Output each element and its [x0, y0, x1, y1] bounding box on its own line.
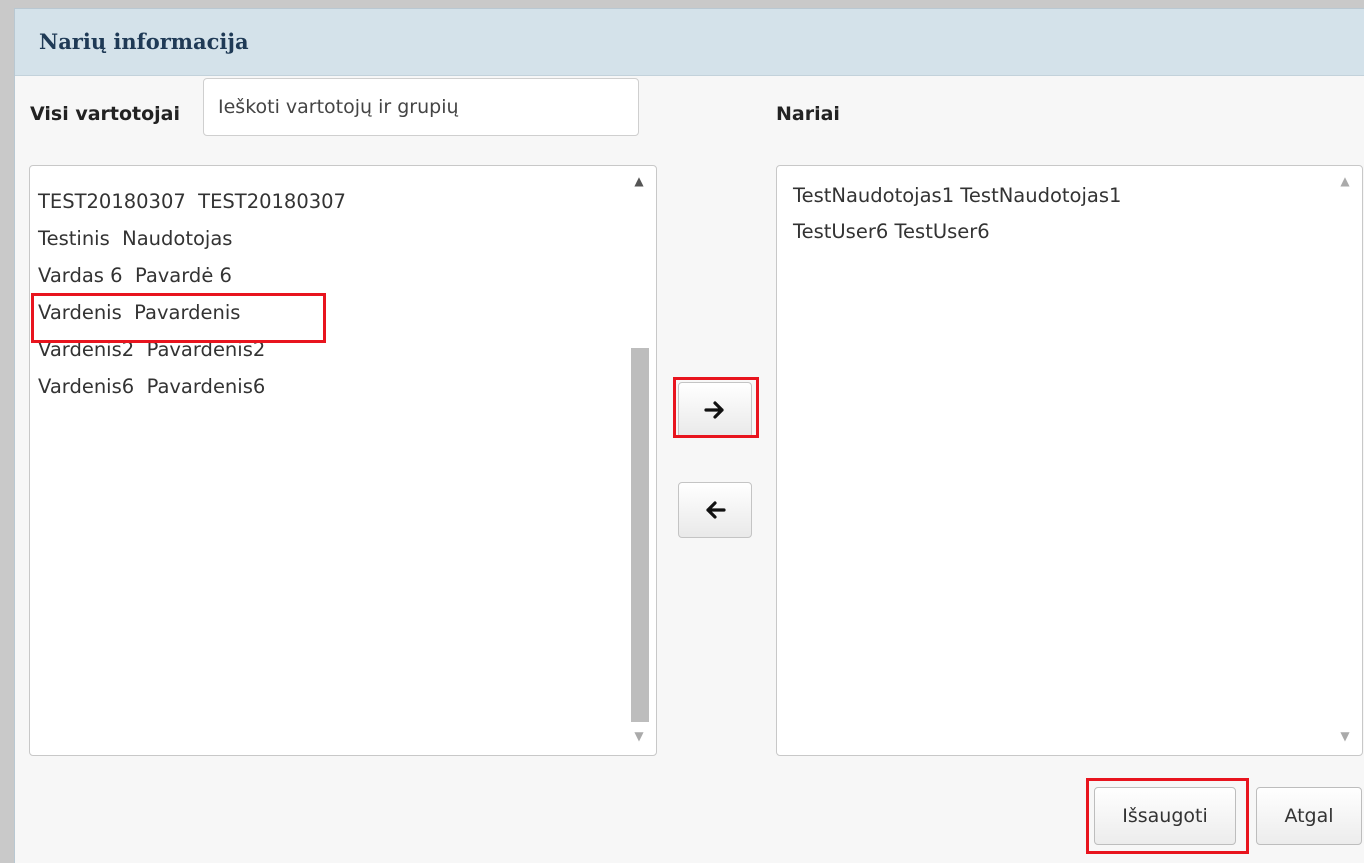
list-item[interactable]: Vardas 6 Pavardė 6 — [38, 257, 616, 294]
move-right-button[interactable] — [678, 382, 752, 438]
list-item[interactable]: TestNaudotojas1 TestNaudotojas1 — [793, 178, 1322, 214]
members-label: Nariai — [776, 103, 840, 125]
list-item[interactable]: TestUser6 TestUser6 — [793, 214, 1322, 250]
list-item[interactable]: Vardenis2 Pavardenis2 — [38, 331, 616, 368]
scroll-thumb[interactable] — [631, 348, 649, 722]
list-item[interactable]: TEST20180307 TEST20180307 — [38, 183, 616, 220]
arrow-right-icon — [704, 401, 724, 419]
panel-header: Narių informacija — [15, 9, 1364, 76]
members-list[interactable]: TestNaudotojas1 TestNaudotojas1 TestUser… — [776, 165, 1363, 756]
list-item[interactable]: Vardenis6 Pavardenis6 — [38, 368, 616, 405]
all-users-scrollbar[interactable]: ▲ ▼ — [624, 168, 654, 753]
save-button[interactable]: Išsaugoti — [1094, 787, 1236, 845]
list-item[interactable]: Vardenis Pavardenis — [38, 294, 616, 331]
scroll-up-icon[interactable]: ▲ — [1330, 174, 1360, 194]
all-users-list[interactable]: TEST20180307 TEST20180307 Testinis Naudo… — [29, 165, 657, 756]
search-users-input[interactable] — [203, 78, 639, 136]
arrow-left-icon — [706, 501, 726, 519]
scroll-up-icon[interactable]: ▲ — [624, 174, 654, 194]
move-left-button[interactable] — [678, 482, 752, 538]
members-scrollbar[interactable]: ▲ ▼ — [1330, 168, 1360, 753]
all-users-label: Visi vartotojai — [30, 103, 181, 125]
list-item[interactable]: Testinis Naudotojas — [38, 220, 616, 257]
all-users-items: TEST20180307 TEST20180307 Testinis Naudo… — [38, 183, 616, 405]
members-items: TestNaudotojas1 TestNaudotojas1 TestUser… — [793, 178, 1322, 250]
panel-title: Narių informacija — [39, 29, 249, 54]
back-button[interactable]: Atgal — [1256, 787, 1362, 845]
scroll-down-icon[interactable]: ▼ — [1330, 729, 1360, 749]
scroll-down-icon[interactable]: ▼ — [624, 729, 654, 749]
